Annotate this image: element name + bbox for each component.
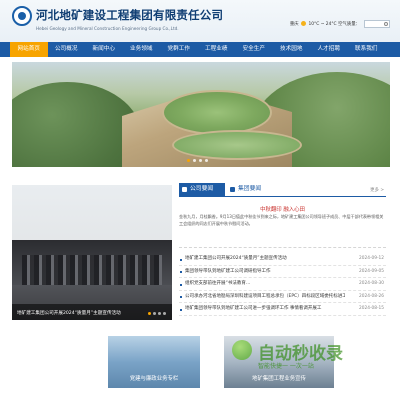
photo-dot[interactable]	[163, 312, 166, 315]
list-item[interactable]: 地矿建工集团公司开展2024“质量月”主题宣传活动 2024-09-12	[179, 253, 386, 266]
news-date: 2024-08-15	[359, 306, 384, 311]
weather-city: 重庆	[289, 22, 299, 27]
news-photo-slider[interactable]: 地矿建工集团公司开展2024“质量月”主题宣传活动	[12, 185, 172, 320]
site-header: 河北地矿建设工程集团有限责任公司 Hebei Geology and Miner…	[0, 0, 400, 42]
bullet-icon	[180, 296, 182, 298]
news-date: 2024-09-05	[359, 268, 384, 274]
news-title[interactable]: 地矿建工集团公司开展2024“质量月”主题宣传活动	[185, 253, 345, 266]
feature-card-party[interactable]: 党建与廉政业务专栏	[108, 336, 200, 388]
main-nav: 网站首页 公司概况 新闻中心 业务领域 党群工作 工程业绩 安全生产 技术园地 …	[0, 42, 400, 57]
sun-icon	[301, 21, 307, 26]
nav-item-safety[interactable]: 安全生产	[235, 42, 273, 57]
photo-dot[interactable]	[158, 312, 161, 315]
bullet-icon	[180, 258, 182, 261]
nav-item-party[interactable]: 党群工作	[160, 42, 198, 57]
hero-banner[interactable]	[12, 62, 390, 167]
bullet-icon	[180, 308, 182, 311]
news-icon	[230, 187, 235, 192]
banner-terrace	[172, 130, 302, 160]
nav-item-contact[interactable]: 联系我们	[348, 42, 386, 57]
news-date: 2024-08-30	[359, 281, 384, 286]
weather-widget: 重庆 10°C ~ 24°C 空气质量：	[290, 21, 360, 27]
banner-terrace	[162, 90, 272, 135]
news-date: 2024-09-12	[359, 256, 384, 261]
news-title[interactable]: 公司承办河北省地勘局深圳科建设项目工程总承包（EPC）四标段区域委托标进工…	[185, 291, 345, 304]
photo-pagination	[148, 312, 166, 315]
company-name: 河北地矿建设工程集团有限责任公司	[36, 8, 224, 22]
banner-pagination	[187, 159, 208, 162]
banner-dot[interactable]	[205, 159, 208, 162]
nav-item-business[interactable]: 业务领域	[123, 42, 161, 57]
divider	[179, 247, 386, 248]
photo-dot[interactable]	[153, 312, 156, 315]
nav-item-tech[interactable]: 技术园地	[273, 42, 311, 57]
list-item[interactable]: 集团领导带队到地矿建工公司调研指导工作 2024-09-05	[179, 266, 386, 279]
company-logo[interactable]	[12, 6, 32, 26]
bullet-icon	[180, 271, 182, 273]
card-label: 党建与廉政业务专栏	[129, 376, 179, 382]
company-name-en: Hebei Geology and Mineral Construction E…	[36, 26, 179, 31]
featured-headline[interactable]: 中秋翻印 融入心田	[179, 205, 386, 213]
tab-label: 集团要闻	[238, 186, 262, 192]
watermark-logo-icon	[232, 340, 252, 360]
more-link[interactable]: 更多 >	[370, 187, 384, 193]
tab-company-news[interactable]: 公司要闻	[179, 183, 225, 196]
photo-caption[interactable]: 地矿建工集团公司开展2024“质量月”主题宣传活动	[17, 310, 121, 316]
nav-item-projects[interactable]: 工程业绩	[198, 42, 236, 57]
news-tabs: 公司要闻 集团要闻 更多 >	[179, 183, 386, 197]
photo-dot[interactable]	[148, 312, 151, 315]
news-date: 2024-08-26	[359, 293, 384, 299]
banner-dot[interactable]	[187, 159, 190, 162]
news-panel: 公司要闻 集团要闻 更多 > 中秋翻印 融入心田 金秋九月，月桂飘香。9月13日…	[179, 183, 386, 323]
weather-air-quality: 空气质量：	[338, 22, 360, 27]
news-list: 地矿建工集团公司开展2024“质量月”主题宣传活动 2024-09-12 集团领…	[179, 253, 386, 316]
watermark: 自动秒收录 智能快捷一 一次一站	[232, 336, 392, 384]
featured-summary: 金秋九月，月桂飘香。9月13日值此中秋佳节到来之际，地矿建工集团公司领导班子成员…	[179, 214, 384, 226]
banner-dot[interactable]	[193, 159, 196, 162]
photo-people	[22, 255, 162, 285]
tab-label: 公司要闻	[190, 186, 214, 192]
news-icon	[182, 187, 187, 192]
news-title[interactable]: 地矿集团领导带队到地矿建工公司进一步强调环工作 事情看调开展工	[185, 303, 345, 316]
search-input[interactable]	[364, 20, 390, 28]
tab-group-news[interactable]: 集团要闻	[227, 183, 273, 196]
list-item[interactable]: 公司承办河北省地勘局深圳科建设项目工程总承包（EPC）四标段区域委托标进工… 2…	[179, 291, 386, 304]
nav-item-careers[interactable]: 人才招聘	[310, 42, 348, 57]
news-title[interactable]: 集团领导带队到地矿建工公司调研指导工作	[185, 266, 345, 279]
watermark-subtext: 智能快捷一 一次一站	[258, 363, 314, 370]
bullet-icon	[180, 283, 182, 286]
nav-item-home[interactable]: 网站首页	[10, 42, 48, 57]
banner-dot[interactable]	[199, 159, 202, 162]
nav-item-news[interactable]: 新闻中心	[85, 42, 123, 57]
list-item[interactable]: 地矿集团领导带队到地矿建工公司进一步强调环工作 事情看调开展工 2024-08-…	[179, 303, 386, 316]
news-title[interactable]: 组织党支部前往开展“书法教育…	[185, 278, 345, 291]
nav-item-about[interactable]: 公司概况	[48, 42, 86, 57]
search-icon[interactable]	[384, 22, 388, 26]
weather-temp: 10°C ~ 24°C	[308, 22, 337, 27]
list-item[interactable]: 组织党支部前往开展“书法教育… 2024-08-30	[179, 278, 386, 291]
